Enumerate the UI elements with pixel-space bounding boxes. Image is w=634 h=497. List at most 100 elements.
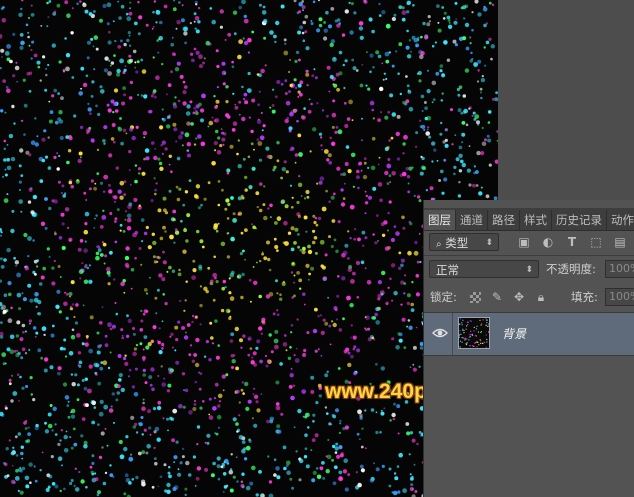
lock-move-icon[interactable]: ✥ <box>512 290 526 304</box>
smart-object-filter-icon[interactable]: ▤ <box>613 235 627 249</box>
particle <box>444 128 447 131</box>
particle <box>303 455 308 459</box>
particle <box>226 217 230 220</box>
particle <box>30 13 35 17</box>
thumb-particle <box>485 324 487 327</box>
particle <box>312 413 316 417</box>
type-filter-icon[interactable]: T <box>565 235 579 249</box>
particle <box>276 424 281 429</box>
particle <box>117 45 122 49</box>
lock-all-icon[interactable]: 🔒︎ <box>534 290 548 304</box>
particle <box>480 77 486 83</box>
shape-filter-icon[interactable]: ⬚ <box>589 235 603 249</box>
particle <box>364 409 367 412</box>
particle <box>27 16 31 20</box>
particle <box>386 145 390 150</box>
particle <box>366 51 368 53</box>
particle <box>491 97 495 101</box>
particle <box>220 128 223 131</box>
particle <box>343 182 346 185</box>
particle <box>109 250 113 255</box>
thumb-particle <box>486 322 488 324</box>
lock-paint-icon[interactable]: ✎ <box>490 290 504 304</box>
particle <box>455 18 458 20</box>
particle <box>164 302 168 306</box>
particle <box>116 68 121 74</box>
tab-styles[interactable]: 样式 <box>520 210 552 230</box>
particle <box>154 148 157 150</box>
particle <box>360 445 364 449</box>
search-icon: ⌕ <box>436 239 442 250</box>
adjustment-filter-icon[interactable]: ◐ <box>541 235 555 249</box>
lock-label: 锁定: <box>430 290 457 304</box>
particle <box>118 378 122 382</box>
particle <box>51 281 56 286</box>
particle <box>94 472 97 475</box>
particle <box>338 328 343 332</box>
particle <box>47 166 52 170</box>
particle <box>350 336 352 339</box>
particle <box>190 122 194 126</box>
particle <box>168 265 172 270</box>
particle <box>361 230 366 235</box>
particle <box>276 309 279 312</box>
particle <box>18 189 21 191</box>
image-filter-icon[interactable]: ▣ <box>517 235 531 249</box>
particle <box>455 157 460 162</box>
particle <box>196 466 202 471</box>
particle <box>44 429 50 434</box>
fill-input[interactable]: 100% <box>605 288 634 306</box>
particle <box>260 493 263 497</box>
particle <box>183 228 188 233</box>
particle <box>200 108 205 113</box>
particle <box>134 61 137 64</box>
particle <box>168 154 172 158</box>
thumb-particle <box>475 328 477 330</box>
particle <box>290 323 294 327</box>
particle <box>156 260 159 263</box>
particle <box>110 99 115 104</box>
blend-mode-select[interactable]: 正常 ⬍ <box>429 260 539 278</box>
particle <box>157 51 160 54</box>
filter-type-select[interactable]: ⌕ 类型 ⬍ <box>429 233 499 251</box>
particle <box>471 28 474 32</box>
particle <box>389 277 392 281</box>
particle <box>212 461 216 466</box>
particle <box>377 280 382 285</box>
particle <box>305 189 310 195</box>
particle <box>326 158 330 162</box>
particle <box>355 69 359 72</box>
eye-icon[interactable] <box>432 325 448 341</box>
particle <box>427 126 430 129</box>
particle <box>253 423 258 428</box>
layer-name[interactable]: 背景 <box>502 325 526 342</box>
particle <box>302 39 306 42</box>
particle <box>231 366 234 369</box>
particle <box>411 35 416 40</box>
particle <box>19 490 24 495</box>
tab-actions[interactable]: 动作 <box>607 210 634 230</box>
particle <box>317 216 322 221</box>
tab-history[interactable]: 历史记录 <box>552 210 607 230</box>
particle <box>406 10 410 14</box>
particle <box>340 188 344 192</box>
particle <box>41 451 44 454</box>
layer-row-background[interactable]: 背景 <box>424 312 634 356</box>
particle <box>197 206 201 210</box>
particle <box>251 465 256 471</box>
particle <box>147 245 152 250</box>
lock-transparent-icon[interactable] <box>468 290 482 304</box>
particle <box>129 127 134 132</box>
tab-paths[interactable]: 路径 <box>488 210 520 230</box>
tab-layers[interactable]: 图层 <box>424 210 456 230</box>
tab-channels[interactable]: 通道 <box>456 210 488 230</box>
opacity-input[interactable]: 100% <box>605 260 634 278</box>
particle <box>157 256 161 260</box>
particle <box>297 30 302 35</box>
particle <box>481 141 487 147</box>
particle <box>227 232 230 235</box>
particle <box>6 44 11 49</box>
particle <box>308 98 311 101</box>
particle <box>94 182 97 185</box>
particle <box>274 244 279 250</box>
